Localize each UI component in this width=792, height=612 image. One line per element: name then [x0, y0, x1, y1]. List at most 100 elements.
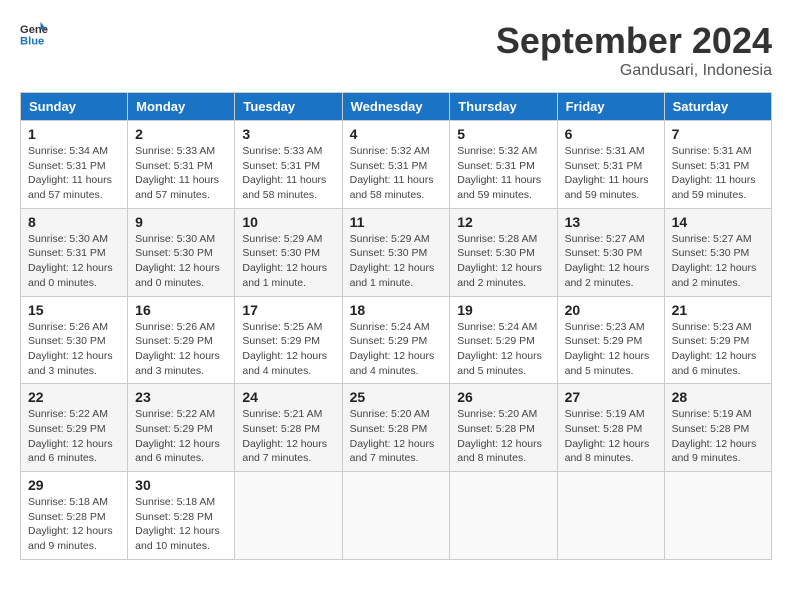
calendar-day-cell: 21 Sunrise: 5:23 AM Sunset: 5:29 PM Dayli… [664, 296, 771, 384]
day-number: 19 [457, 302, 549, 318]
day-number: 22 [28, 389, 120, 405]
month-title: September 2024 [496, 20, 772, 62]
day-number: 4 [350, 126, 443, 142]
day-number: 10 [242, 214, 334, 230]
calendar-day-cell: 23 Sunrise: 5:22 AM Sunset: 5:29 PM Dayli… [128, 384, 235, 472]
day-number: 17 [242, 302, 334, 318]
svg-text:General: General [20, 24, 48, 36]
day-number: 18 [350, 302, 443, 318]
calendar-day-cell [450, 472, 557, 560]
day-number: 26 [457, 389, 549, 405]
calendar-body: 1 Sunrise: 5:34 AM Sunset: 5:31 PM Daylig… [21, 121, 772, 560]
calendar-week-row: 29 Sunrise: 5:18 AM Sunset: 5:28 PM Dayli… [21, 472, 772, 560]
calendar-day-cell: 22Sunrise: 5:22 AM Sunset: 5:29 PM Dayli… [21, 384, 128, 472]
day-info: Sunrise: 5:21 AM Sunset: 5:28 PM Dayligh… [242, 407, 334, 466]
day-info: Sunrise: 5:18 AM Sunset: 5:28 PM Dayligh… [135, 495, 227, 554]
calendar-day-cell: 15Sunrise: 5:26 AM Sunset: 5:30 PM Dayli… [21, 296, 128, 384]
day-info: Sunrise: 5:32 AM Sunset: 5:31 PM Dayligh… [350, 144, 443, 203]
calendar-day-cell: 3 Sunrise: 5:33 AM Sunset: 5:31 PM Daylig… [235, 121, 342, 209]
day-info: Sunrise: 5:32 AM Sunset: 5:31 PM Dayligh… [457, 144, 549, 203]
day-number: 13 [565, 214, 657, 230]
day-info: Sunrise: 5:20 AM Sunset: 5:28 PM Dayligh… [457, 407, 549, 466]
calendar-day-cell: 2 Sunrise: 5:33 AM Sunset: 5:31 PM Daylig… [128, 121, 235, 209]
day-number: 28 [672, 389, 764, 405]
calendar-day-cell [235, 472, 342, 560]
calendar-week-row: 22 Sunrise: 5:22 AM Sunset: 5:29 PM Dayli… [21, 384, 772, 472]
day-number: 24 [242, 389, 334, 405]
day-number: 2 [135, 126, 227, 142]
day-number: 7 [672, 126, 764, 142]
calendar-day-cell: 28 Sunrise: 5:19 AM Sunset: 5:28 PM Dayli… [664, 384, 771, 472]
day-info: Sunrise: 5:23 AM Sunset: 5:29 PM Dayligh… [672, 320, 764, 379]
day-number: 15 [28, 302, 120, 318]
day-number: 12 [457, 214, 549, 230]
weekday-header-cell: Sunday [21, 93, 128, 121]
calendar-day-cell: 4 Sunrise: 5:32 AM Sunset: 5:31 PM Daylig… [342, 121, 450, 209]
day-info: Sunrise: 5:19 AM Sunset: 5:28 PM Dayligh… [672, 407, 764, 466]
day-info: Sunrise: 5:27 AM Sunset: 5:30 PM Dayligh… [565, 232, 657, 291]
day-info: Sunrise: 5:31 AM Sunset: 5:31 PM Dayligh… [565, 144, 657, 203]
weekday-header-cell: Thursday [450, 93, 557, 121]
weekday-header-cell: Friday [557, 93, 664, 121]
location: Gandusari, Indonesia [496, 62, 772, 80]
day-info: Sunrise: 5:27 AM Sunset: 5:30 PM Dayligh… [672, 232, 764, 291]
day-info: Sunrise: 5:29 AM Sunset: 5:30 PM Dayligh… [350, 232, 443, 291]
weekday-header-cell: Wednesday [342, 93, 450, 121]
calendar-day-cell: 30 Sunrise: 5:18 AM Sunset: 5:28 PM Dayli… [128, 472, 235, 560]
calendar-week-row: 8 Sunrise: 5:30 AM Sunset: 5:31 PM Daylig… [21, 208, 772, 296]
calendar-day-cell [342, 472, 450, 560]
calendar-day-cell: 20 Sunrise: 5:23 AM Sunset: 5:29 PM Dayli… [557, 296, 664, 384]
logo: General Blue [20, 20, 48, 48]
day-number: 30 [135, 477, 227, 493]
day-info: Sunrise: 5:23 AM Sunset: 5:29 PM Dayligh… [565, 320, 657, 379]
calendar-day-cell [664, 472, 771, 560]
calendar-week-row: 1 Sunrise: 5:34 AM Sunset: 5:31 PM Daylig… [21, 121, 772, 209]
day-number: 21 [672, 302, 764, 318]
calendar-day-cell: 24 Sunrise: 5:21 AM Sunset: 5:28 PM Dayli… [235, 384, 342, 472]
weekday-header-cell: Tuesday [235, 93, 342, 121]
title-block: September 2024 Gandusari, Indonesia [496, 20, 772, 80]
calendar-day-cell: 9Sunrise: 5:30 AM Sunset: 5:30 PM Daylig… [128, 208, 235, 296]
calendar-day-cell [557, 472, 664, 560]
day-number: 27 [565, 389, 657, 405]
day-number: 20 [565, 302, 657, 318]
day-info: Sunrise: 5:26 AM Sunset: 5:29 PM Dayligh… [135, 320, 227, 379]
calendar-day-cell: 6 Sunrise: 5:31 AM Sunset: 5:31 PM Daylig… [557, 121, 664, 209]
day-number: 8 [28, 214, 120, 230]
weekday-header-row: SundayMondayTuesdayWednesdayThursdayFrid… [21, 93, 772, 121]
calendar-week-row: 15Sunrise: 5:26 AM Sunset: 5:30 PM Dayli… [21, 296, 772, 384]
day-info: Sunrise: 5:34 AM Sunset: 5:31 PM Dayligh… [28, 144, 120, 203]
day-number: 29 [28, 477, 120, 493]
calendar-day-cell: 11 Sunrise: 5:29 AM Sunset: 5:30 PM Dayli… [342, 208, 450, 296]
day-number: 23 [135, 389, 227, 405]
day-info: Sunrise: 5:24 AM Sunset: 5:29 PM Dayligh… [457, 320, 549, 379]
calendar-day-cell: 5 Sunrise: 5:32 AM Sunset: 5:31 PM Daylig… [450, 121, 557, 209]
day-number: 11 [350, 214, 443, 230]
calendar-day-cell: 8 Sunrise: 5:30 AM Sunset: 5:31 PM Daylig… [21, 208, 128, 296]
day-number: 1 [28, 126, 120, 142]
day-info: Sunrise: 5:20 AM Sunset: 5:28 PM Dayligh… [350, 407, 443, 466]
day-info: Sunrise: 5:25 AM Sunset: 5:29 PM Dayligh… [242, 320, 334, 379]
calendar-day-cell: 19 Sunrise: 5:24 AM Sunset: 5:29 PM Dayli… [450, 296, 557, 384]
day-number: 3 [242, 126, 334, 142]
page-header: General Blue September 2024 Gandusari, I… [20, 20, 772, 80]
svg-text:Blue: Blue [20, 35, 44, 47]
day-number: 6 [565, 126, 657, 142]
calendar-day-cell: 14Sunrise: 5:27 AM Sunset: 5:30 PM Dayli… [664, 208, 771, 296]
calendar-day-cell: 16Sunrise: 5:26 AM Sunset: 5:29 PM Dayli… [128, 296, 235, 384]
calendar-day-cell: 18Sunrise: 5:24 AM Sunset: 5:29 PM Dayli… [342, 296, 450, 384]
calendar-day-cell: 27Sunrise: 5:19 AM Sunset: 5:28 PM Dayli… [557, 384, 664, 472]
day-number: 5 [457, 126, 549, 142]
calendar-day-cell: 10 Sunrise: 5:29 AM Sunset: 5:30 PM Dayli… [235, 208, 342, 296]
calendar-day-cell: 29Sunrise: 5:18 AM Sunset: 5:28 PM Dayli… [21, 472, 128, 560]
weekday-header-cell: Saturday [664, 93, 771, 121]
calendar-day-cell: 17 Sunrise: 5:25 AM Sunset: 5:29 PM Dayli… [235, 296, 342, 384]
calendar-day-cell: 26 Sunrise: 5:20 AM Sunset: 5:28 PM Dayli… [450, 384, 557, 472]
day-info: Sunrise: 5:22 AM Sunset: 5:29 PM Dayligh… [135, 407, 227, 466]
day-info: Sunrise: 5:30 AM Sunset: 5:31 PM Dayligh… [28, 232, 120, 291]
day-info: Sunrise: 5:30 AM Sunset: 5:30 PM Dayligh… [135, 232, 227, 291]
day-info: Sunrise: 5:33 AM Sunset: 5:31 PM Dayligh… [135, 144, 227, 203]
day-info: Sunrise: 5:33 AM Sunset: 5:31 PM Dayligh… [242, 144, 334, 203]
calendar-day-cell: 7Sunrise: 5:31 AM Sunset: 5:31 PM Daylig… [664, 121, 771, 209]
day-info: Sunrise: 5:29 AM Sunset: 5:30 PM Dayligh… [242, 232, 334, 291]
